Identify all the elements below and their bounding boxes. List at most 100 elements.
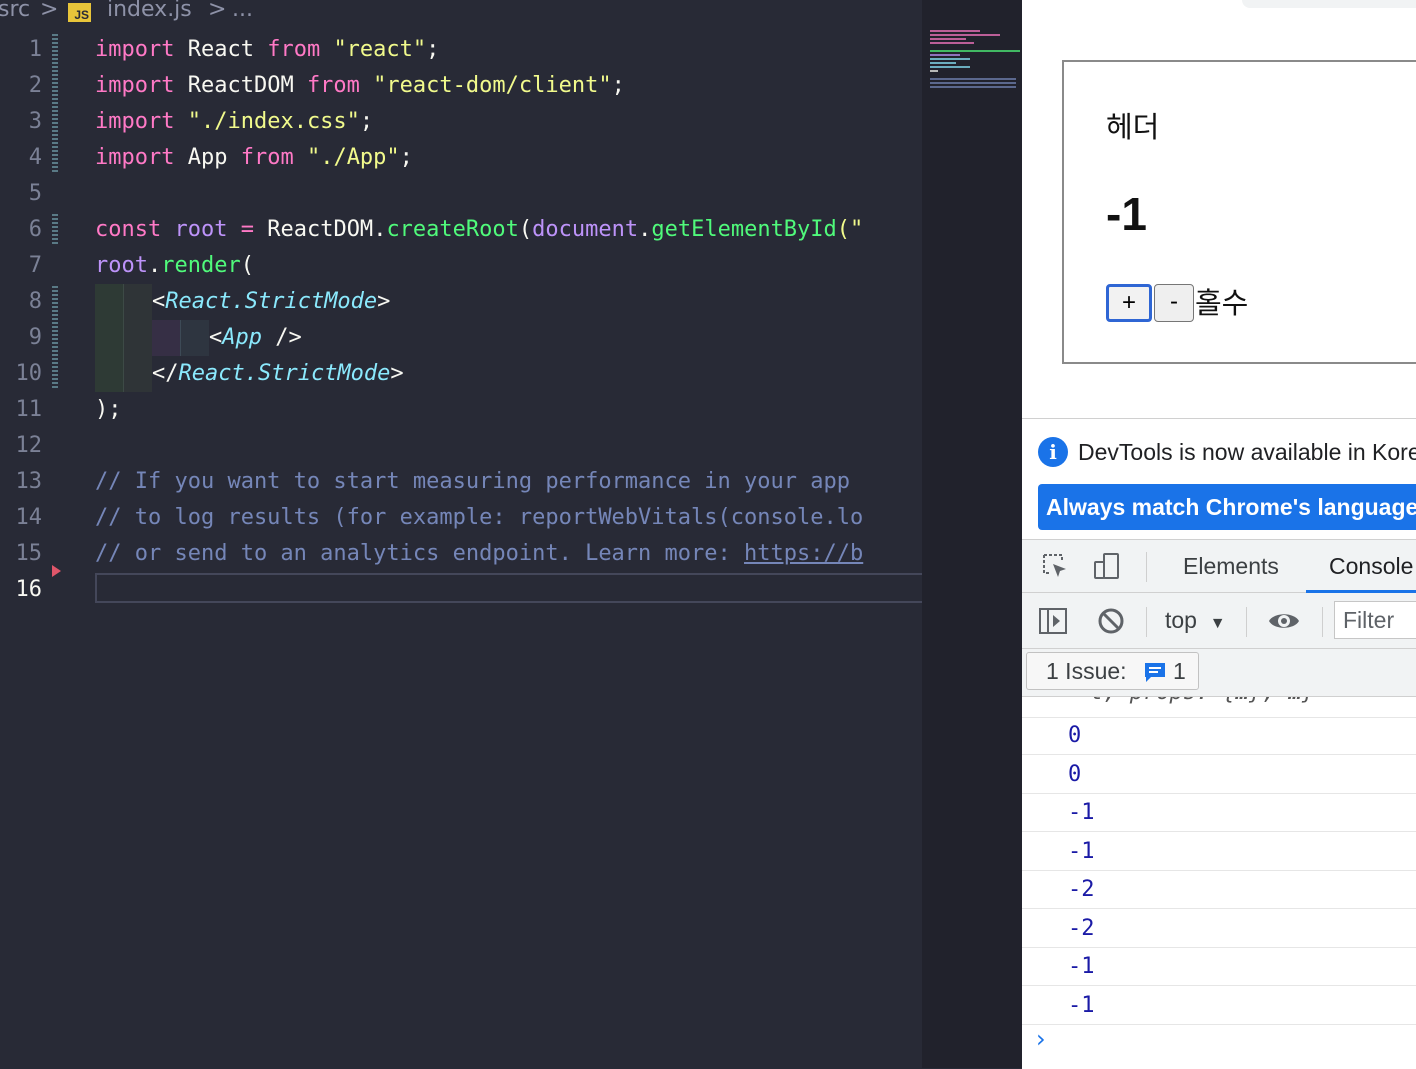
issues-button[interactable]: 1 Issue: 1 <box>1026 652 1199 690</box>
code-token: ; <box>359 109 374 134</box>
code-token: . <box>638 217 652 242</box>
code-token: ReactDOM <box>267 217 374 242</box>
minimap-line <box>930 86 1016 88</box>
console-log-value: -2 <box>1068 915 1095 941</box>
console-filter-input[interactable]: Filter <box>1334 601 1416 639</box>
code-token: /> <box>262 325 302 350</box>
issues-label: 1 Issue: <box>1046 658 1127 684</box>
code-token: "react" <box>333 37 427 62</box>
code-token: . <box>373 217 387 242</box>
line-number: 7 <box>28 253 42 278</box>
current-line-highlight <box>95 573 922 603</box>
line-number: 15 <box>15 541 43 566</box>
code-area[interactable]: import React from "react"; import ReactD… <box>95 32 921 608</box>
console-prompt-icon[interactable]: › <box>1036 1025 1046 1053</box>
console-log-row: 0 <box>1022 756 1416 794</box>
console-toolbar: top ▼ Filter <box>1022 593 1416 649</box>
code-token: from <box>306 73 360 98</box>
minimap-line <box>930 34 1000 36</box>
code-line: // to log results (for example: reportWe… <box>95 500 921 536</box>
console-log-row: -2 <box>1022 871 1416 909</box>
line-number: 9 <box>28 325 42 350</box>
code-token: < <box>152 289 166 314</box>
code-comment: // to log results (for example: reportWe… <box>95 505 864 530</box>
increment-button[interactable]: + <box>1106 284 1152 322</box>
git-modified-marker <box>52 286 58 390</box>
code-token: createRoot <box>386 217 519 242</box>
console-log-value: -1 <box>1068 800 1095 825</box>
code-token: App <box>222 325 262 350</box>
counter-value: -1 <box>1106 188 1147 240</box>
issue-chat-icon <box>1145 663 1165 682</box>
console-log-row: -2 <box>1022 910 1416 948</box>
console-log-value: -1 <box>1068 838 1095 864</box>
issues-count: 1 <box>1173 658 1186 684</box>
code-token: "react-dom/client" <box>373 73 612 98</box>
minimap-line <box>930 50 1020 52</box>
code-token: ; <box>611 73 625 98</box>
minimap-line <box>930 38 966 40</box>
code-token: from <box>240 145 294 170</box>
toolbar-divider <box>1146 552 1147 582</box>
code-link[interactable]: https://b <box>744 541 863 566</box>
breadcrumb-more[interactable]: ... <box>232 0 253 22</box>
line-number: 11 <box>15 397 43 422</box>
code-token: ; <box>399 145 413 170</box>
code-token: React <box>174 37 268 62</box>
minimap[interactable] <box>922 0 1022 1068</box>
code-comment: // If you want to start measuring perfor… <box>95 469 850 494</box>
console-log-value: 0 <box>1068 761 1082 787</box>
code-line: // If you want to start measuring perfor… <box>95 464 921 500</box>
sidebar-toggle-icon[interactable] <box>1038 606 1068 636</box>
minimap-line <box>930 82 1016 84</box>
line-number: 6 <box>28 217 42 242</box>
minimap-line <box>930 70 938 72</box>
always-match-language-button[interactable]: Always match Chrome's language <box>1038 484 1416 530</box>
info-icon: i <box>1038 437 1068 467</box>
code-token: getElementById <box>651 217 837 242</box>
line-number: 10 <box>15 361 43 386</box>
decrement-button[interactable]: - <box>1154 284 1194 322</box>
code-editor[interactable]: src > JS index.js > ... 1 2 3 4 5 6 7 8 9 10 11 12 1… <box>0 0 922 1068</box>
context-selector[interactable]: top ▼ <box>1165 605 1226 639</box>
code-line: import App from "./App"; <box>95 140 921 176</box>
line-number: 14 <box>15 505 43 530</box>
code-line: </React.StrictMode> <box>95 356 921 392</box>
tab-console[interactable]: Console <box>1329 540 1413 592</box>
code-token: </ <box>152 361 179 386</box>
code-token: import <box>95 145 175 170</box>
tab-elements[interactable]: Elements <box>1183 540 1279 592</box>
inspect-element-icon[interactable] <box>1040 551 1070 581</box>
code-line: root.render( <box>95 248 921 284</box>
breadcrumb-folder[interactable]: src <box>0 0 30 22</box>
language-notice: i DevTools is now available in Korean Al… <box>1022 419 1416 539</box>
breadcrumb-file[interactable]: index.js <box>107 0 192 22</box>
console-log-value: -2 <box>1068 877 1095 902</box>
parity-label: 홀수 <box>1195 286 1249 320</box>
device-toolbar-icon[interactable] <box>1092 551 1122 581</box>
minimap-line <box>930 66 970 68</box>
line-number: 12 <box>15 433 43 458</box>
git-modified-marker <box>52 214 58 246</box>
code-token: > <box>390 361 404 386</box>
context-value: top <box>1165 607 1197 633</box>
line-number: 16 <box>15 577 43 602</box>
app-container: 헤더 -1 + - 홀수 <box>1062 60 1416 364</box>
clear-console-icon[interactable] <box>1096 606 1126 636</box>
code-token: ReactDOM <box>174 73 307 98</box>
code-line: import "./index.css"; <box>95 104 921 140</box>
code-line: ); <box>95 392 921 428</box>
eye-icon[interactable] <box>1267 606 1301 636</box>
code-token: . <box>147 253 162 278</box>
code-line: const root = ReactDOM.createRoot(documen… <box>95 212 921 248</box>
line-number: 2 <box>28 73 42 98</box>
console-log-row: -1 <box>1022 987 1416 1025</box>
chevron-right-icon: > <box>208 0 227 22</box>
breadcrumb: src > JS index.js > ... <box>0 0 922 26</box>
code-token: root <box>174 217 228 242</box>
console-log-value: -1 <box>1068 992 1095 1018</box>
code-token: render <box>161 253 241 278</box>
